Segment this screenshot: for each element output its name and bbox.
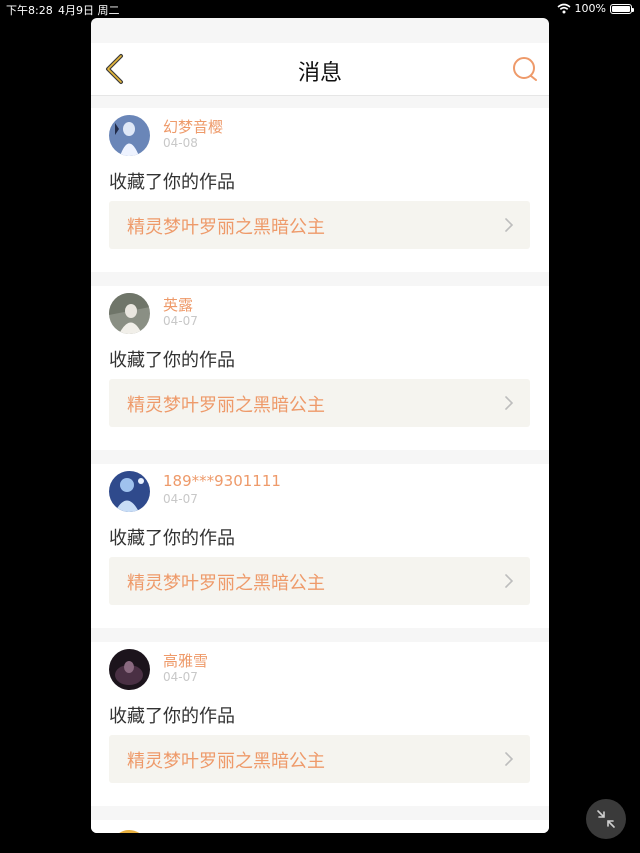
- chevron-right-icon: [505, 218, 514, 232]
- avatar[interactable]: [109, 649, 150, 690]
- wifi-icon: [557, 3, 571, 14]
- message-date: 04-07: [163, 492, 198, 506]
- work-link[interactable]: 精灵梦叶罗丽之黑暗公主: [109, 379, 530, 427]
- work-link[interactable]: 精灵梦叶罗丽之黑暗公主: [109, 735, 530, 783]
- message-item: 高雅雪 04-07 收藏了你的作品 精灵梦叶罗丽之黑暗公主: [91, 642, 549, 806]
- collapse-arrows-icon: [597, 810, 615, 828]
- work-title: 精灵梦叶罗丽之黑暗公主: [127, 751, 325, 772]
- avatar[interactable]: [109, 471, 150, 512]
- message-item: 英露 04-07 收藏了你的作品 精灵梦叶罗丽之黑暗公主: [91, 286, 549, 450]
- work-link[interactable]: 精灵梦叶罗丽之黑暗公主: [109, 557, 530, 605]
- nav-bar: 消息: [91, 43, 549, 96]
- avatar[interactable]: [109, 115, 150, 156]
- message-action: 收藏了你的作品: [109, 528, 235, 549]
- status-right: 100%: [557, 2, 634, 15]
- work-title: 精灵梦叶罗丽之黑暗公主: [127, 395, 325, 416]
- message-panel: 消息 幻梦音樱 04-08 收藏了你的作品 精灵梦叶罗丽之黑暗公主 英露 04-…: [91, 18, 549, 833]
- page-title: 消息: [297, 61, 342, 86]
- username[interactable]: 高雅雪: [163, 650, 208, 671]
- avatar[interactable]: [109, 293, 150, 334]
- status-time: 下午8:28: [6, 4, 53, 17]
- message-list: 幻梦音樱 04-08 收藏了你的作品 精灵梦叶罗丽之黑暗公主 英露 04-07 …: [91, 108, 549, 833]
- message-action: 收藏了你的作品: [109, 350, 235, 371]
- username[interactable]: 189***9301111: [163, 472, 281, 490]
- message-date: 04-07: [163, 314, 198, 328]
- work-link[interactable]: 精灵梦叶罗丽之黑暗公主: [109, 201, 530, 249]
- message-item-partial: [91, 820, 549, 833]
- avatar[interactable]: [109, 828, 150, 833]
- work-title: 精灵梦叶罗丽之黑暗公主: [127, 573, 325, 594]
- chevron-right-icon: [505, 574, 514, 588]
- message-date: 04-07: [163, 670, 198, 684]
- message-date: 04-08: [163, 136, 198, 150]
- message-action: 收藏了你的作品: [109, 172, 235, 193]
- message-action: 收藏了你的作品: [109, 706, 235, 727]
- battery-icon: [610, 3, 634, 14]
- chevron-right-icon: [505, 752, 514, 766]
- status-date: 4月9日 周二: [58, 4, 120, 17]
- collapse-button[interactable]: [586, 799, 626, 839]
- battery-percent: 100%: [574, 2, 606, 15]
- username[interactable]: 英露: [163, 294, 193, 315]
- message-item: 幻梦音樱 04-08 收藏了你的作品 精灵梦叶罗丽之黑暗公主: [91, 108, 549, 272]
- message-item: 189***9301111 04-07 收藏了你的作品 精灵梦叶罗丽之黑暗公主: [91, 464, 549, 628]
- username[interactable]: 幻梦音樱: [163, 116, 223, 137]
- search-icon[interactable]: [511, 55, 539, 83]
- status-bar: 下午8:28 4月9日 周二 100%: [0, 0, 640, 18]
- chevron-right-icon: [505, 396, 514, 410]
- work-title: 精灵梦叶罗丽之黑暗公主: [127, 217, 325, 238]
